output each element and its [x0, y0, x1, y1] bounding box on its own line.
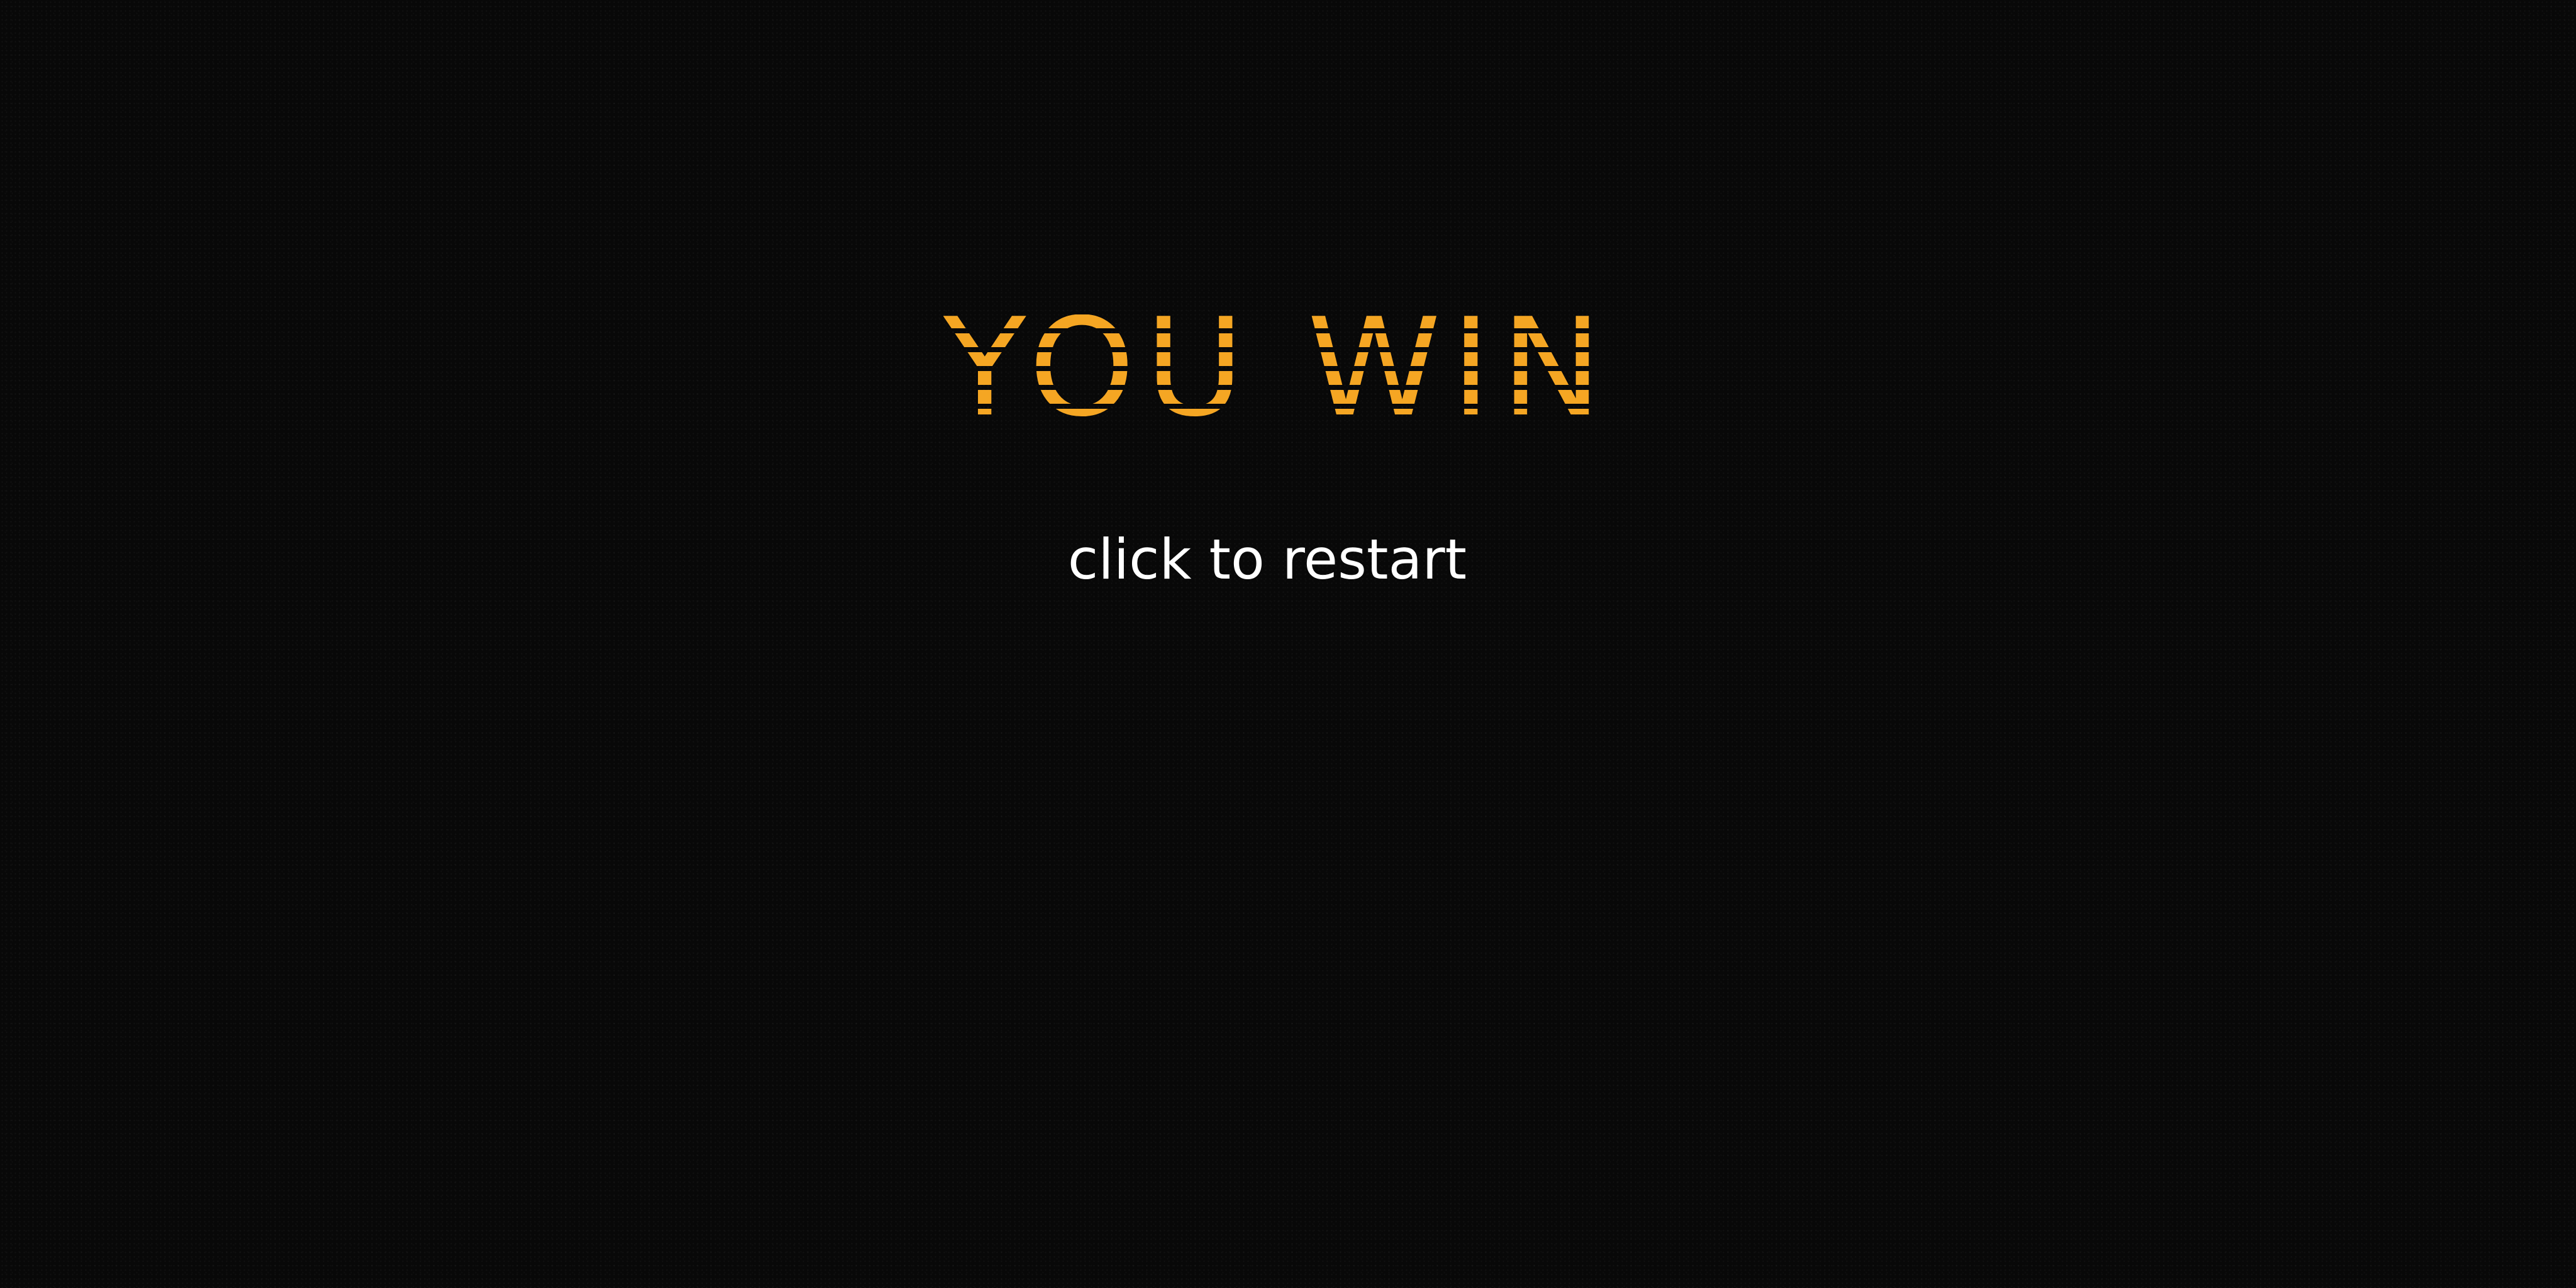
restart-prompt[interactable]: click to restart — [1006, 522, 1528, 597]
win-title: YOU WIN! — [943, 289, 1677, 447]
game-over-screen[interactable]: YOU WIN! click to restart — [0, 0, 2576, 1288]
